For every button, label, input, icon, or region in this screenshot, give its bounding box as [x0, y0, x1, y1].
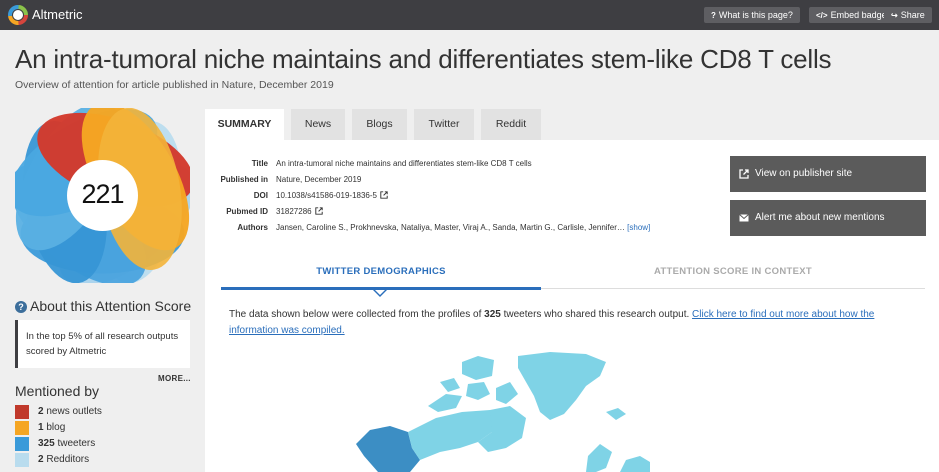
about-attention-score-heading[interactable]: ? About this Attention Score	[15, 298, 191, 314]
metadata-label: DOI	[253, 191, 268, 200]
tweeter-count: 325	[484, 309, 501, 320]
button-label: Embed badge	[830, 10, 887, 20]
code-icon: </>	[816, 11, 828, 20]
mention-count: 1	[38, 422, 44, 433]
doi-link[interactable]: 10.1038/s41586-019-1836-5	[276, 191, 388, 200]
map-region-iceland[interactable]	[606, 408, 626, 420]
button-label: What is this page?	[718, 10, 793, 20]
mention-count: 325	[38, 438, 55, 449]
metadata-value: An intra-tumoral niche maintains and dif…	[276, 159, 532, 168]
question-circle-icon: ?	[15, 301, 27, 313]
map-region-arctic-islands[interactable]	[440, 378, 460, 392]
score-summary-box: In the top 5% of all research outputs sc…	[15, 320, 190, 368]
mention-label: Redditors	[46, 454, 90, 465]
view-on-publisher-button[interactable]: View on publisher site	[730, 156, 926, 192]
tab-summary[interactable]: SUMMARY	[205, 109, 284, 140]
mention-item-news[interactable]: 2 news outlets	[15, 405, 102, 421]
doi-value: 10.1038/s41586-019-1836-5	[276, 191, 377, 200]
metadata-label: Published in	[220, 175, 268, 184]
map-region-arctic-islands[interactable]	[428, 394, 462, 412]
mention-label: blog	[46, 422, 66, 433]
page-subtitle: Overview of attention for article publis…	[15, 79, 334, 91]
map-region-arctic-islands[interactable]	[496, 382, 518, 404]
button-label: Alert me about new mentions	[755, 212, 885, 223]
tab-news[interactable]: News	[291, 109, 345, 140]
question-icon: ?	[711, 11, 716, 20]
world-map[interactable]	[350, 352, 650, 472]
tab-twitter-demographics[interactable]: TWITTER DEMOGRAPHICS	[221, 266, 541, 277]
twitter-color-swatch	[15, 437, 29, 451]
map-region-greenland[interactable]	[518, 352, 606, 420]
external-link-icon	[739, 169, 749, 179]
reddit-color-swatch	[15, 453, 29, 467]
share-icon: ↪	[891, 11, 898, 20]
attention-score-donut: 221	[9, 102, 195, 286]
mention-label: tweeters	[57, 438, 96, 449]
tab-twitter[interactable]: Twitter	[414, 109, 474, 140]
pubmed-link[interactable]: 31827286	[276, 207, 323, 216]
active-tab-caret-inner	[375, 290, 385, 295]
mention-label: news outlets	[46, 406, 102, 417]
share-button[interactable]: ↪ Share	[884, 7, 932, 23]
embed-badge-button[interactable]: </> Embed badge	[809, 7, 894, 23]
altmetric-logo-icon[interactable]	[8, 5, 28, 25]
envelope-icon	[739, 214, 749, 222]
score-circle: 221	[67, 160, 138, 231]
tab-reddit[interactable]: Reddit	[481, 109, 541, 140]
map-region-canada[interactable]	[408, 410, 500, 460]
mentions-list: 2 news outlets 1 blog 325 tweeters 2 Red…	[15, 405, 102, 469]
blog-color-swatch	[15, 421, 29, 435]
news-color-swatch	[15, 405, 29, 419]
pubmed-value: 31827286	[276, 207, 312, 216]
metadata-value: Nature, December 2019	[276, 175, 362, 184]
map-region-arctic-islands[interactable]	[462, 356, 494, 380]
tab-attention-score-context[interactable]: ATTENTION SCORE IN CONTEXT	[541, 266, 925, 277]
top-bar: Altmetric ? What is this page? </> Embed b…	[0, 0, 939, 30]
map-region-arctic-islands[interactable]	[466, 382, 490, 400]
external-link-icon	[314, 207, 323, 215]
button-label: Share	[900, 10, 925, 20]
mention-count: 2	[38, 454, 44, 465]
tab-blogs[interactable]: Blogs	[352, 109, 407, 140]
mention-count: 2	[38, 406, 44, 417]
mention-item-blog[interactable]: 1 blog	[15, 421, 102, 437]
map-region-scandinavia[interactable]	[586, 444, 612, 472]
page-title: An intra-tumoral niche maintains and dif…	[15, 44, 832, 74]
mention-item-reddit[interactable]: 2 Redditors	[15, 453, 102, 469]
what-is-this-page-button[interactable]: ? What is this page?	[704, 7, 800, 23]
metadata-label: Authors	[237, 223, 268, 232]
demographics-description: The data shown below were collected from…	[229, 307, 919, 338]
metadata-label: Pubmed ID	[226, 207, 268, 216]
authors-value: Jansen, Caroline S., Prokhnevska, Natali…	[276, 223, 625, 232]
inactive-tab-underline	[541, 288, 925, 289]
button-label: View on publisher site	[755, 168, 853, 179]
attention-score-value: 221	[81, 179, 124, 209]
map-region-europe[interactable]	[620, 456, 650, 472]
app-name[interactable]: Altmetric	[32, 7, 83, 22]
more-link[interactable]: MORE...	[158, 374, 191, 383]
mentioned-by-heading: Mentioned by	[15, 383, 100, 399]
show-authors-link[interactable]: [show]	[627, 223, 650, 232]
metadata-label: Title	[251, 159, 268, 168]
alert-me-button[interactable]: Alert me about new mentions	[730, 200, 926, 236]
external-link-icon	[380, 191, 388, 199]
mention-item-twitter[interactable]: 325 tweeters	[15, 437, 102, 453]
about-heading-text: About this Attention Score	[30, 298, 192, 314]
desc-text-after: tweeters who shared this research output…	[500, 309, 693, 320]
desc-text-before: The data shown below were collected from…	[229, 309, 485, 320]
